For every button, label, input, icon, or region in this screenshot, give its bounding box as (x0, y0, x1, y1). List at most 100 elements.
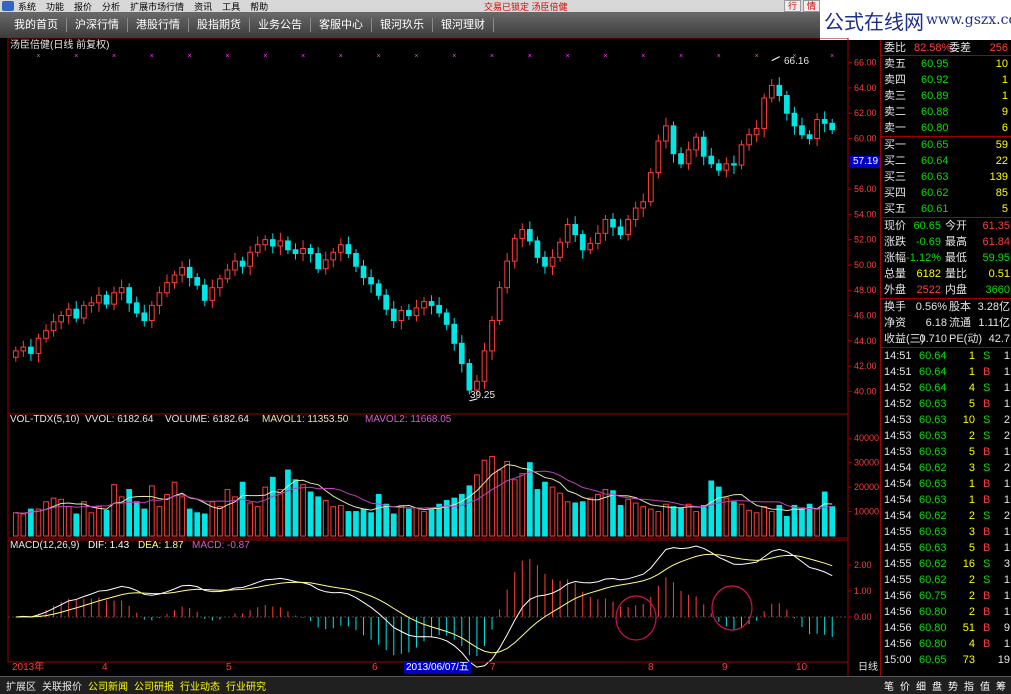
price-tick-label: 48.00 (854, 285, 877, 295)
order-ratio-row: 委比 82.58% 委差 256 (881, 40, 1011, 56)
bottom-tab-industry-research[interactable]: 行业研究 (226, 678, 266, 693)
cursor-date-tag: 2013/06/07/五 (404, 662, 471, 674)
tab-yinhe-joy[interactable]: 银河玖乐 (372, 18, 433, 32)
tick-row: 14:56 60.80 2 B 1 (881, 604, 1011, 620)
level-price: 60.64 (921, 155, 949, 167)
bid-row: 买四 60.62 85 (881, 185, 1011, 201)
stat-value: -1.12% (906, 252, 941, 264)
menu-item-news[interactable]: 资讯 (194, 0, 212, 13)
panel-switch-button[interactable]: 值 (980, 678, 990, 693)
candle-body (322, 259, 329, 270)
tab-service[interactable]: 客服中心 (311, 18, 372, 32)
tab-hk[interactable]: 港股行情 (128, 18, 189, 32)
tick-list[interactable]: 14:51 60.64 1 S 1 14:51 60.64 1 B 1 14:52 60.64 4 S 1 1… (881, 348, 1011, 668)
level-price: 60.89 (921, 90, 949, 102)
quote-toggle-button[interactable]: 行 (783, 0, 801, 12)
tick-row: 14:54 60.63 1 B 1 (881, 476, 1011, 492)
menu-item-analysis[interactable]: 分析 (102, 0, 120, 13)
tick-volume: 5 (968, 398, 975, 410)
tab-shsz[interactable]: 沪深行情 (67, 18, 128, 32)
tab-notice[interactable]: 业务公告 (250, 18, 311, 32)
tick-row: 14:54 60.63 1 B 1 (881, 492, 1011, 508)
volume-bar (194, 512, 201, 537)
panel-switch-button[interactable]: 价 (900, 678, 910, 693)
menu-item-ext-market[interactable]: 扩展市场行情 (130, 0, 184, 13)
volume-bar (330, 506, 337, 537)
candle-body (489, 320, 495, 352)
volume-bar (307, 491, 314, 537)
macd-header-dif: DIF: 1.43 (88, 540, 130, 551)
volume-bar (186, 508, 193, 537)
candle-body (436, 304, 442, 314)
panel-switch-button[interactable]: 盘 (932, 678, 942, 693)
candle-body (35, 337, 42, 354)
panel-switch-button[interactable]: 筹 (996, 678, 1006, 693)
tick-side: B (983, 638, 991, 650)
bottom-tab-related[interactable]: 关联报价 (42, 678, 82, 693)
signal-marker: × (74, 53, 78, 60)
panel-switch-button[interactable]: 笔 (884, 678, 894, 693)
panel-switch-button[interactable]: 指 (964, 678, 974, 693)
tick-price: 60.80 (919, 606, 947, 618)
tick-time: 14:55 (884, 526, 912, 538)
signal-marker: × (377, 53, 381, 60)
tick-count: 1 (1003, 382, 1010, 394)
bottom-tab-company-research[interactable]: 公司研报 (134, 678, 174, 693)
bottom-bar: 扩展区 关联报价 公司新闻 公司研报 行业动态 行业研究 笔价细盘势指值筹 (0, 676, 1011, 694)
volume-bar (829, 506, 836, 537)
tick-price: 60.62 (919, 510, 947, 522)
tick-price: 60.64 (919, 366, 947, 378)
tick-time: 14:53 (884, 430, 912, 442)
tick-row: 14:52 60.64 4 S 1 (881, 380, 1011, 396)
price-tick-label: 52.00 (854, 235, 877, 245)
menu-item-function[interactable]: 功能 (46, 0, 64, 13)
kline-chart[interactable]: 66.0064.0062.0060.0058.0056.0054.0052.00… (0, 38, 882, 676)
tick-time: 14:54 (884, 462, 912, 474)
signal-marker: × (755, 53, 759, 60)
price-tick-label: 54.00 (854, 209, 877, 219)
panel-switch-button[interactable]: 势 (948, 678, 958, 693)
chart-canvas[interactable]: 66.0064.0062.0060.0058.0056.0054.0052.00… (0, 38, 880, 676)
tab-yinhe-finance[interactable]: 银河理财 (433, 18, 494, 32)
bottom-tab-ext[interactable]: 扩展区 (6, 678, 36, 693)
bottom-tab-company-news[interactable]: 公司新闻 (88, 678, 128, 693)
tab-home[interactable]: 我的首页 (6, 18, 67, 32)
fin-label: 净资 (884, 317, 906, 329)
tick-volume: 1 (968, 350, 975, 362)
volume-bar (315, 496, 322, 537)
level-label: 买一 (884, 139, 906, 151)
menu-item-quote[interactable]: 报价 (74, 0, 92, 13)
volume-bar (670, 506, 677, 537)
candle-body (111, 292, 117, 305)
candle-body (791, 112, 798, 127)
tick-volume: 1 (968, 366, 975, 378)
volume-bar (149, 485, 155, 537)
volume-bar (542, 481, 548, 537)
tab-futures[interactable]: 股指期货 (189, 18, 250, 32)
menu-item-system[interactable]: 系统 (18, 0, 36, 13)
menu-item-help[interactable]: 帮助 (250, 0, 268, 13)
stat-label-2: 内盘 (945, 284, 967, 296)
stat-label-2: 最高 (945, 236, 967, 248)
tick-price: 60.80 (919, 622, 947, 634)
volume-bar (814, 508, 820, 537)
dif-line (15, 545, 833, 668)
stats-row: 外盘 2522 内盘 3660 (881, 282, 1011, 298)
tick-volume: 3 (968, 526, 975, 538)
candle-body (43, 330, 49, 339)
volume-bar (496, 469, 503, 537)
stats-block: 现价 60.65 今开 61.35 涨跌 -0.69 最高 61.84 涨幅 -1.12% 最低 59… (881, 218, 1011, 298)
panel-switch-button[interactable]: 细 (916, 678, 926, 693)
signal-marker: × (112, 53, 116, 60)
volume-bar (171, 481, 178, 537)
stats-row: 涨跌 -0.69 最高 61.84 (881, 234, 1011, 250)
volume-bar (663, 503, 669, 537)
menu-item-tools[interactable]: 工具 (222, 0, 240, 13)
tick-price: 60.62 (919, 462, 947, 474)
volume-bar (353, 511, 359, 537)
period-label[interactable]: 日线 (858, 662, 878, 674)
candle-body (519, 229, 526, 239)
bottom-tab-industry-news[interactable]: 行业动态 (180, 678, 220, 693)
quote-toggle-button-2[interactable]: 情 (802, 0, 820, 12)
tick-side: S (983, 430, 991, 442)
